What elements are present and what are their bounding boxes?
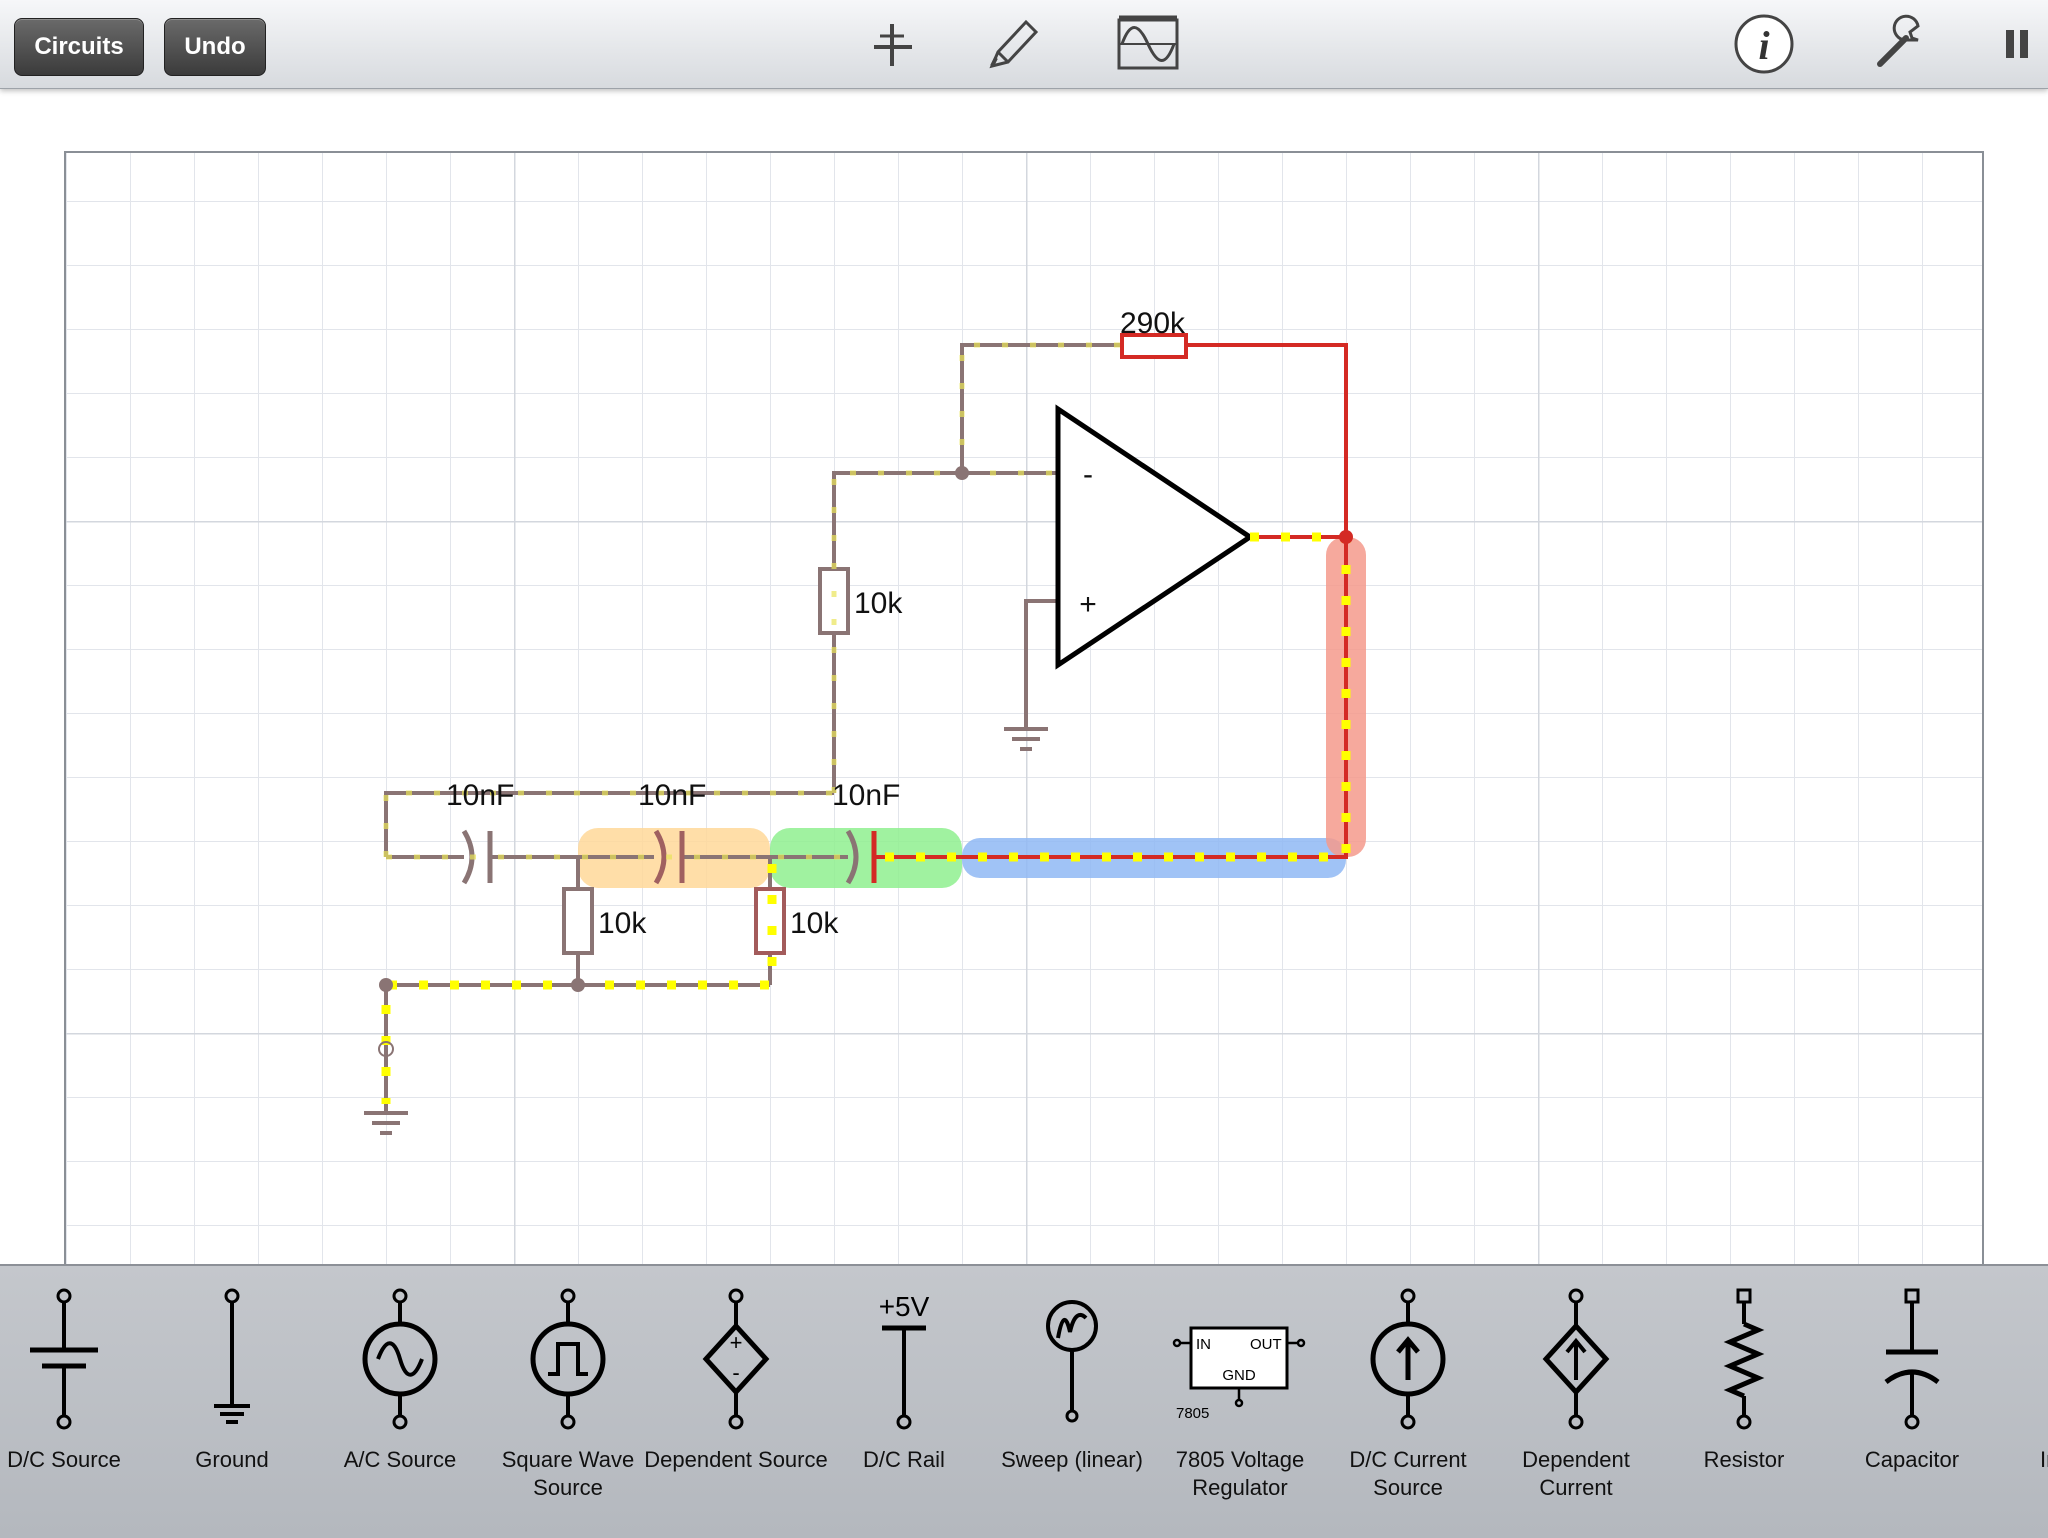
resistor-icon [1723,1288,1765,1430]
palette-voltage-regulator[interactable]: IN OUT GND 7805 7805 Voltage Regulator [1156,1266,1324,1538]
svg-text:-: - [732,1360,739,1385]
palette-dependent-current[interactable]: Dependent Current [1492,1266,1660,1538]
svg-text:i: i [1758,23,1769,68]
pencil-icon[interactable] [982,14,1042,74]
palette-label: Dependent Source [644,1447,828,1472]
svg-text:GND: GND [1222,1367,1256,1384]
palette-square-wave-source[interactable]: Square Wave Source [484,1266,652,1538]
label-r-shunt-1: 10k [598,907,647,940]
label-r-feedback: 290k [1120,307,1186,340]
dependent-source-icon: + - [702,1288,770,1430]
palette-label: 7805 Voltage Regulator [1175,1447,1305,1500]
ground-icon [214,1288,250,1424]
palette-ac-source[interactable]: A/C Source [316,1266,484,1538]
add-icon[interactable] [866,14,926,74]
palette-label: Capacitor [1864,1447,1960,1472]
info-icon[interactable]: i [1734,12,1794,76]
resistor-shunt-1[interactable] [562,887,594,955]
svg-text:7805: 7805 [1176,1405,1209,1422]
toolbar: Circuits Undo i [0,0,2048,89]
junction-node[interactable] [379,978,393,992]
palette-dc-rail[interactable]: +5V D/C Rail [820,1266,988,1538]
palette-dependent-source[interactable]: + - Dependent Source [644,1266,828,1538]
svg-text:OUT: OUT [1250,1336,1282,1353]
dc-source-icon [30,1288,98,1430]
svg-text:+5V: +5V [879,1291,930,1322]
junction-node[interactable] [571,978,585,992]
dc-current-source-icon [1370,1288,1446,1430]
dependent-current-icon [1542,1288,1610,1430]
opamp-minus-label: - [1083,458,1093,491]
circuits-button[interactable]: Circuits [14,18,144,76]
palette-sweep[interactable]: Sweep (linear) [988,1266,1156,1538]
junction-node[interactable] [955,466,969,480]
palette-label: Resistor [1703,1447,1785,1472]
ac-source-icon [362,1288,438,1430]
palette-label: A/C Source [343,1447,457,1472]
palette-label: Ground [195,1447,269,1472]
label-c1: 10nF [446,779,514,812]
opamp-plus-label: + [1079,588,1097,621]
svg-text:IN: IN [1196,1336,1211,1353]
palette-label: Square Wave Source [501,1447,635,1500]
junction-node[interactable] [1339,530,1353,544]
pause-icon[interactable] [2000,14,2040,74]
palette-ground[interactable]: Ground [148,1266,316,1538]
undo-button[interactable]: Undo [164,18,266,76]
palette-label: In [2040,1447,2048,1472]
dc-rail-icon: +5V [879,1291,930,1430]
palette-label: D/C Current Source [1349,1447,1467,1500]
label-c3: 10nF [832,779,900,812]
sweep-icon [1046,1300,1098,1423]
oscilloscope-icon[interactable] [1116,14,1180,74]
palette-label: Dependent Current [1522,1447,1630,1500]
wrench-icon[interactable] [1870,14,1930,74]
palette-resistor[interactable]: Resistor [1660,1266,1828,1538]
palette-label: D/C Source [7,1447,121,1472]
label-c2: 10nF [638,779,706,812]
palette-capacitor[interactable]: Capacitor [1828,1266,1996,1538]
label-r-shunt-2: 10k [790,907,839,940]
palette-inductor[interactable]: In [1996,1266,2048,1538]
palette-label: Sweep (linear) [1001,1447,1143,1472]
capacitor-icon [1884,1288,1940,1430]
component-palette: D/C Source Ground A/C Source Square Wave… [0,1264,2048,1538]
square-wave-source-icon [530,1288,606,1430]
palette-label: D/C Rail [863,1447,945,1472]
palette-dc-current-source[interactable]: D/C Current Source [1324,1266,1492,1538]
svg-text:+: + [730,1330,743,1355]
label-r-input: 10k [854,587,903,620]
palette-dc-source[interactable]: D/C Source [0,1266,148,1538]
circuit-canvas[interactable]: - + 290k 10k 10nF 10nF 10nF 10k 10k [64,151,1984,1264]
voltage-regulator-icon: IN OUT GND 7805 [1172,1326,1306,1422]
